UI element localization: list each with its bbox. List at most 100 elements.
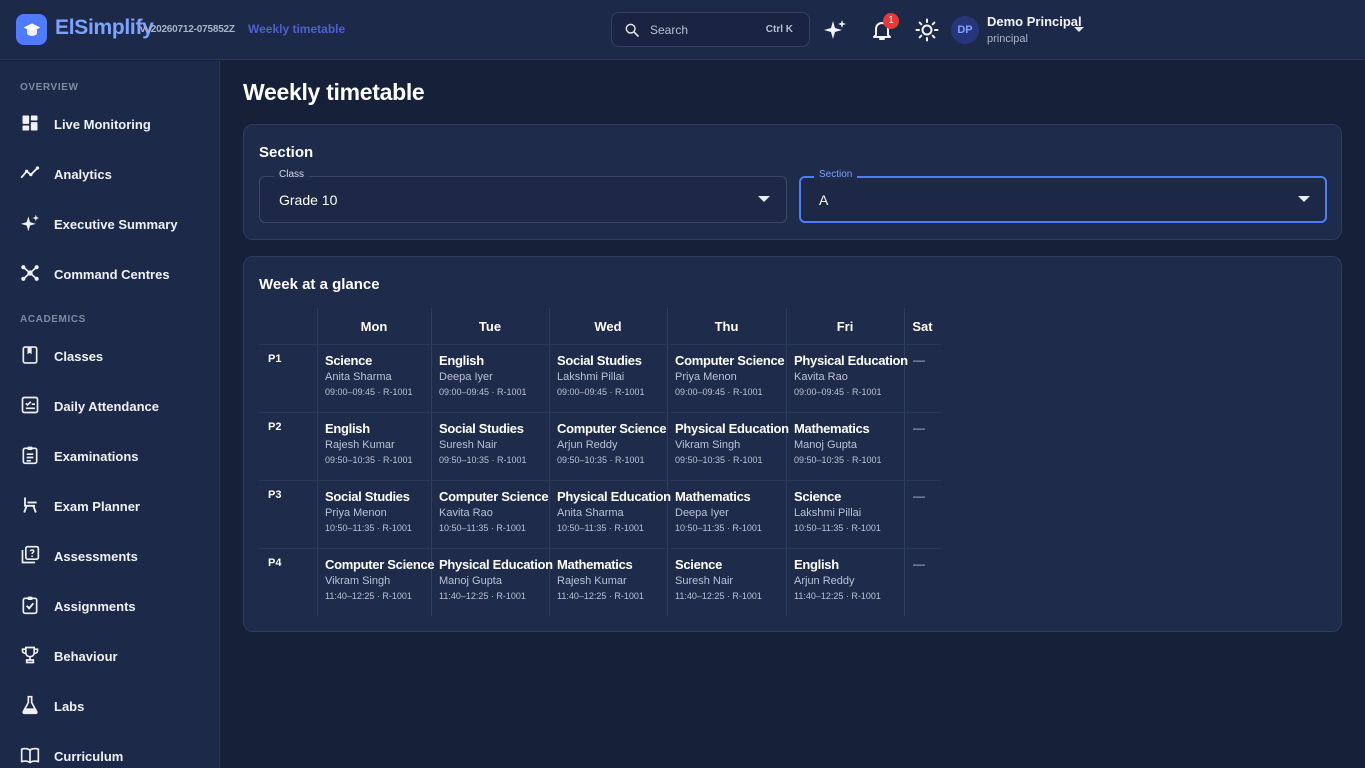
avatar[interactable]: DP: [951, 16, 979, 44]
sparkles-icon[interactable]: [823, 18, 847, 42]
brand-name[interactable]: ElSimplify: [55, 16, 154, 40]
breadcrumb[interactable]: Weekly timetable: [248, 22, 345, 36]
cell-subject: Science: [675, 557, 723, 572]
timetable-cell[interactable]: Computer Science Arjun Reddy 09:50–10:35 ·…: [557, 421, 667, 465]
timetable-cell[interactable]: Physical Education Anita Sharma 10:50–11:3…: [557, 489, 671, 533]
cell-subject: Mathematics: [557, 557, 633, 572]
cell-teacher: Suresh Nair: [675, 575, 734, 587]
sidebar-item-label: Examinations: [54, 449, 139, 464]
timetable-cell[interactable]: Physical Education Vikram Singh 09:50–10:3…: [675, 421, 789, 465]
dashboard-icon: [22, 115, 38, 131]
empty-slot-marker: —: [913, 353, 925, 367]
cell-teacher: Priya Menon: [325, 507, 387, 519]
timetable-cell[interactable]: Science Lakshmi Pillai 10:50–11:35 · R-100…: [794, 489, 881, 533]
cell-time-room: 09:00–09:45 · R-1001: [557, 387, 645, 397]
timetable-cell[interactable]: Social Studies Suresh Nair 09:50–10:35 · R…: [439, 421, 527, 465]
timetable-cell[interactable]: Science Suresh Nair 11:40–12:25 · R-1001: [675, 557, 762, 601]
sidebar-item-live-monitoring[interactable]: Live Monitoring: [0, 105, 219, 145]
timetable-cell[interactable]: Social Studies Priya Menon 10:50–11:35 · R…: [325, 489, 412, 533]
sidebar-item-daily-attendance[interactable]: Daily Attendance: [0, 387, 219, 427]
cell-teacher: Suresh Nair: [439, 439, 498, 451]
cell-teacher: Anita Sharma: [557, 507, 624, 519]
timetable-cell[interactable]: Computer Science Kavita Rao 10:50–11:35 · …: [439, 489, 549, 533]
cell-subject: Physical Education: [439, 557, 553, 572]
cell-teacher: Manoj Gupta: [794, 439, 857, 451]
cell-time-room: 09:50–10:35 · R-1001: [439, 455, 527, 465]
period-label: P1: [268, 353, 282, 365]
row-divider: [259, 412, 941, 413]
timetable-cell[interactable]: Computer Science Vikram Singh 11:40–12:25 …: [325, 557, 435, 601]
top-bar: ElSimplify vv20260712-075852Z Weekly tim…: [0, 0, 1365, 60]
sidebar-item-label: Live Monitoring: [54, 117, 151, 132]
section-select-value: A: [819, 192, 829, 208]
timetable-cell[interactable]: Mathematics Deepa Iyer 10:50–11:35 · R-100…: [675, 489, 762, 533]
timetable-cell[interactable]: Science Anita Sharma 09:00–09:45 · R-1001: [325, 353, 413, 397]
sidebar-item-assignments[interactable]: Assignments: [0, 587, 219, 627]
sidebar-item-curriculum[interactable]: Curriculum: [0, 737, 219, 768]
sun-icon[interactable]: [915, 18, 939, 42]
cell-time-room: 10:50–11:35 · R-1001: [325, 523, 412, 533]
cell-time-room: 11:40–12:25 · R-1001: [794, 591, 881, 601]
sidebar-item-label: Classes: [54, 349, 104, 364]
class-select[interactable]: Class Grade 10: [259, 169, 787, 223]
cell-time-room: 09:00–09:45 · R-1001: [675, 387, 763, 397]
cell-teacher: Arjun Reddy: [794, 575, 855, 587]
sidebar-item-behaviour[interactable]: Behaviour: [0, 637, 219, 677]
period-label: P3: [268, 489, 282, 501]
sidebar-item-assessments[interactable]: Assessments: [0, 537, 219, 577]
day-header: Tue: [478, 319, 502, 334]
sidebar-item-label: Analytics: [54, 167, 112, 182]
cell-time-room: 11:40–12:25 · R-1001: [325, 591, 412, 601]
sidebar-item-analytics[interactable]: Analytics: [0, 155, 219, 195]
notification-badge: 1: [883, 13, 899, 29]
cell-teacher: Kavita Rao: [794, 371, 848, 383]
cell-subject: Mathematics: [794, 421, 870, 436]
trophy-icon: [21, 646, 39, 664]
timetable-cell[interactable]: Social Studies Lakshmi Pillai 09:00–09:45 …: [557, 353, 645, 397]
timetable-cell[interactable]: Mathematics Manoj Gupta 09:50–10:35 · R-10…: [794, 421, 882, 465]
clipboard-icon: [22, 446, 38, 465]
search-input[interactable]: Search Ctrl K: [611, 12, 810, 47]
class-select-label: Class: [274, 169, 310, 180]
cell-subject: Physical Education: [557, 489, 671, 504]
sidebar-item-executive-summary[interactable]: Executive Summary: [0, 205, 219, 245]
graduation-cap-icon[interactable]: [16, 14, 47, 45]
timetable-cell[interactable]: English Deepa Iyer 09:00–09:45 · R-1001: [439, 353, 527, 397]
day-header: Wed: [594, 319, 622, 334]
timetable-cell[interactable]: Mathematics Rajesh Kumar 11:40–12:25 · R-1…: [557, 557, 644, 601]
empty-slot-marker: —: [913, 557, 925, 571]
sidebar-item-label: Assignments: [54, 599, 136, 614]
section-card-title: Section: [259, 144, 314, 161]
timetable-cell[interactable]: Physical Education Manoj Gupta 11:40–12:25…: [439, 557, 553, 601]
period-label: P4: [268, 557, 282, 569]
sparkles-icon: [20, 214, 40, 232]
cell-time-room: 09:50–10:35 · R-1001: [794, 455, 882, 465]
sidebar-item-label: Command Centres: [54, 267, 170, 282]
cell-subject: Computer Science: [325, 557, 435, 572]
cell-time-room: 10:50–11:35 · R-1001: [439, 523, 526, 533]
section-select[interactable]: Section A: [799, 169, 1327, 223]
timetable-cell[interactable]: Physical Education Kavita Rao 09:00–09:45 …: [794, 353, 908, 397]
sidebar-item-label: Behaviour: [54, 649, 118, 664]
sidebar-item-examinations[interactable]: Examinations: [0, 437, 219, 477]
open-book-icon: [20, 747, 40, 764]
chair-icon: [23, 497, 37, 513]
sidebar-item-classes[interactable]: Classes: [0, 337, 219, 377]
search-shortcut: Ctrl K: [765, 24, 793, 35]
chevron-down-icon[interactable]: [1073, 26, 1085, 34]
cell-subject: Computer Science: [557, 421, 667, 436]
sidebar-item-labs[interactable]: Labs: [0, 687, 219, 727]
sidebar-item-label: Labs: [54, 699, 85, 714]
sidebar-section-overview: OVERVIEW: [20, 82, 79, 93]
timetable-cell[interactable]: English Arjun Reddy 11:40–12:25 · R-1001: [794, 557, 881, 601]
sidebar-item-exam-planner[interactable]: Exam Planner: [0, 487, 219, 527]
sidebar-item-label: Daily Attendance: [54, 399, 159, 414]
search-placeholder: Search: [650, 23, 689, 37]
timetable-cell[interactable]: English Rajesh Kumar 09:50–10:35 · R-1001: [325, 421, 413, 465]
cell-subject: Science: [325, 353, 373, 368]
sidebar-item-command-centres[interactable]: Command Centres: [0, 255, 219, 295]
cell-time-room: 10:50–11:35 · R-1001: [675, 523, 762, 533]
flask-icon: [22, 695, 38, 715]
user-name[interactable]: Demo Principal: [987, 14, 1082, 29]
timetable-cell[interactable]: Computer Science Priya Menon 09:00–09:45 ·…: [675, 353, 785, 397]
